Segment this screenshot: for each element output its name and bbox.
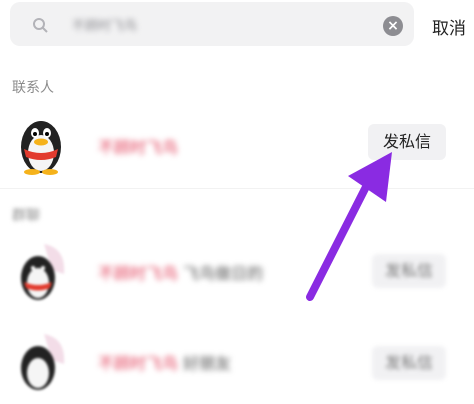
- send-private-message-button[interactable]: 发私信: [372, 254, 446, 288]
- group-name: 不顾时飞鸟 好朋友: [98, 354, 232, 373]
- send-private-message-button[interactable]: 发私信: [372, 346, 446, 380]
- contact-name: 不顾时飞鸟: [98, 138, 179, 157]
- send-private-message-button[interactable]: 发私信: [368, 124, 446, 160]
- penguin-avatar-icon: [21, 244, 65, 300]
- group-row[interactable]: 不顾时飞鸟 好朋友 发私信: [0, 324, 474, 404]
- group-name: 不顾时飞鸟 飞鸟做日的: [98, 264, 264, 283]
- cancel-button[interactable]: 取消: [432, 14, 466, 39]
- clear-icon[interactable]: ×: [383, 16, 403, 36]
- section-title-contacts: 联系人: [12, 80, 54, 96]
- search-icon: [33, 18, 48, 33]
- divider: [0, 188, 474, 189]
- group-row[interactable]: 不顾时飞鸟 飞鸟做日的 发私信: [0, 232, 474, 312]
- search-bar[interactable]: 不顾时飞鸟 ×: [10, 2, 414, 46]
- contact-row[interactable]: 不顾时飞鸟 发私信: [0, 108, 474, 188]
- penguin-avatar-icon: [21, 121, 61, 175]
- search-input[interactable]: 不顾时飞鸟: [72, 15, 137, 34]
- penguin-avatar-icon: [21, 334, 65, 390]
- section-title-groups: 群聊: [12, 208, 40, 224]
